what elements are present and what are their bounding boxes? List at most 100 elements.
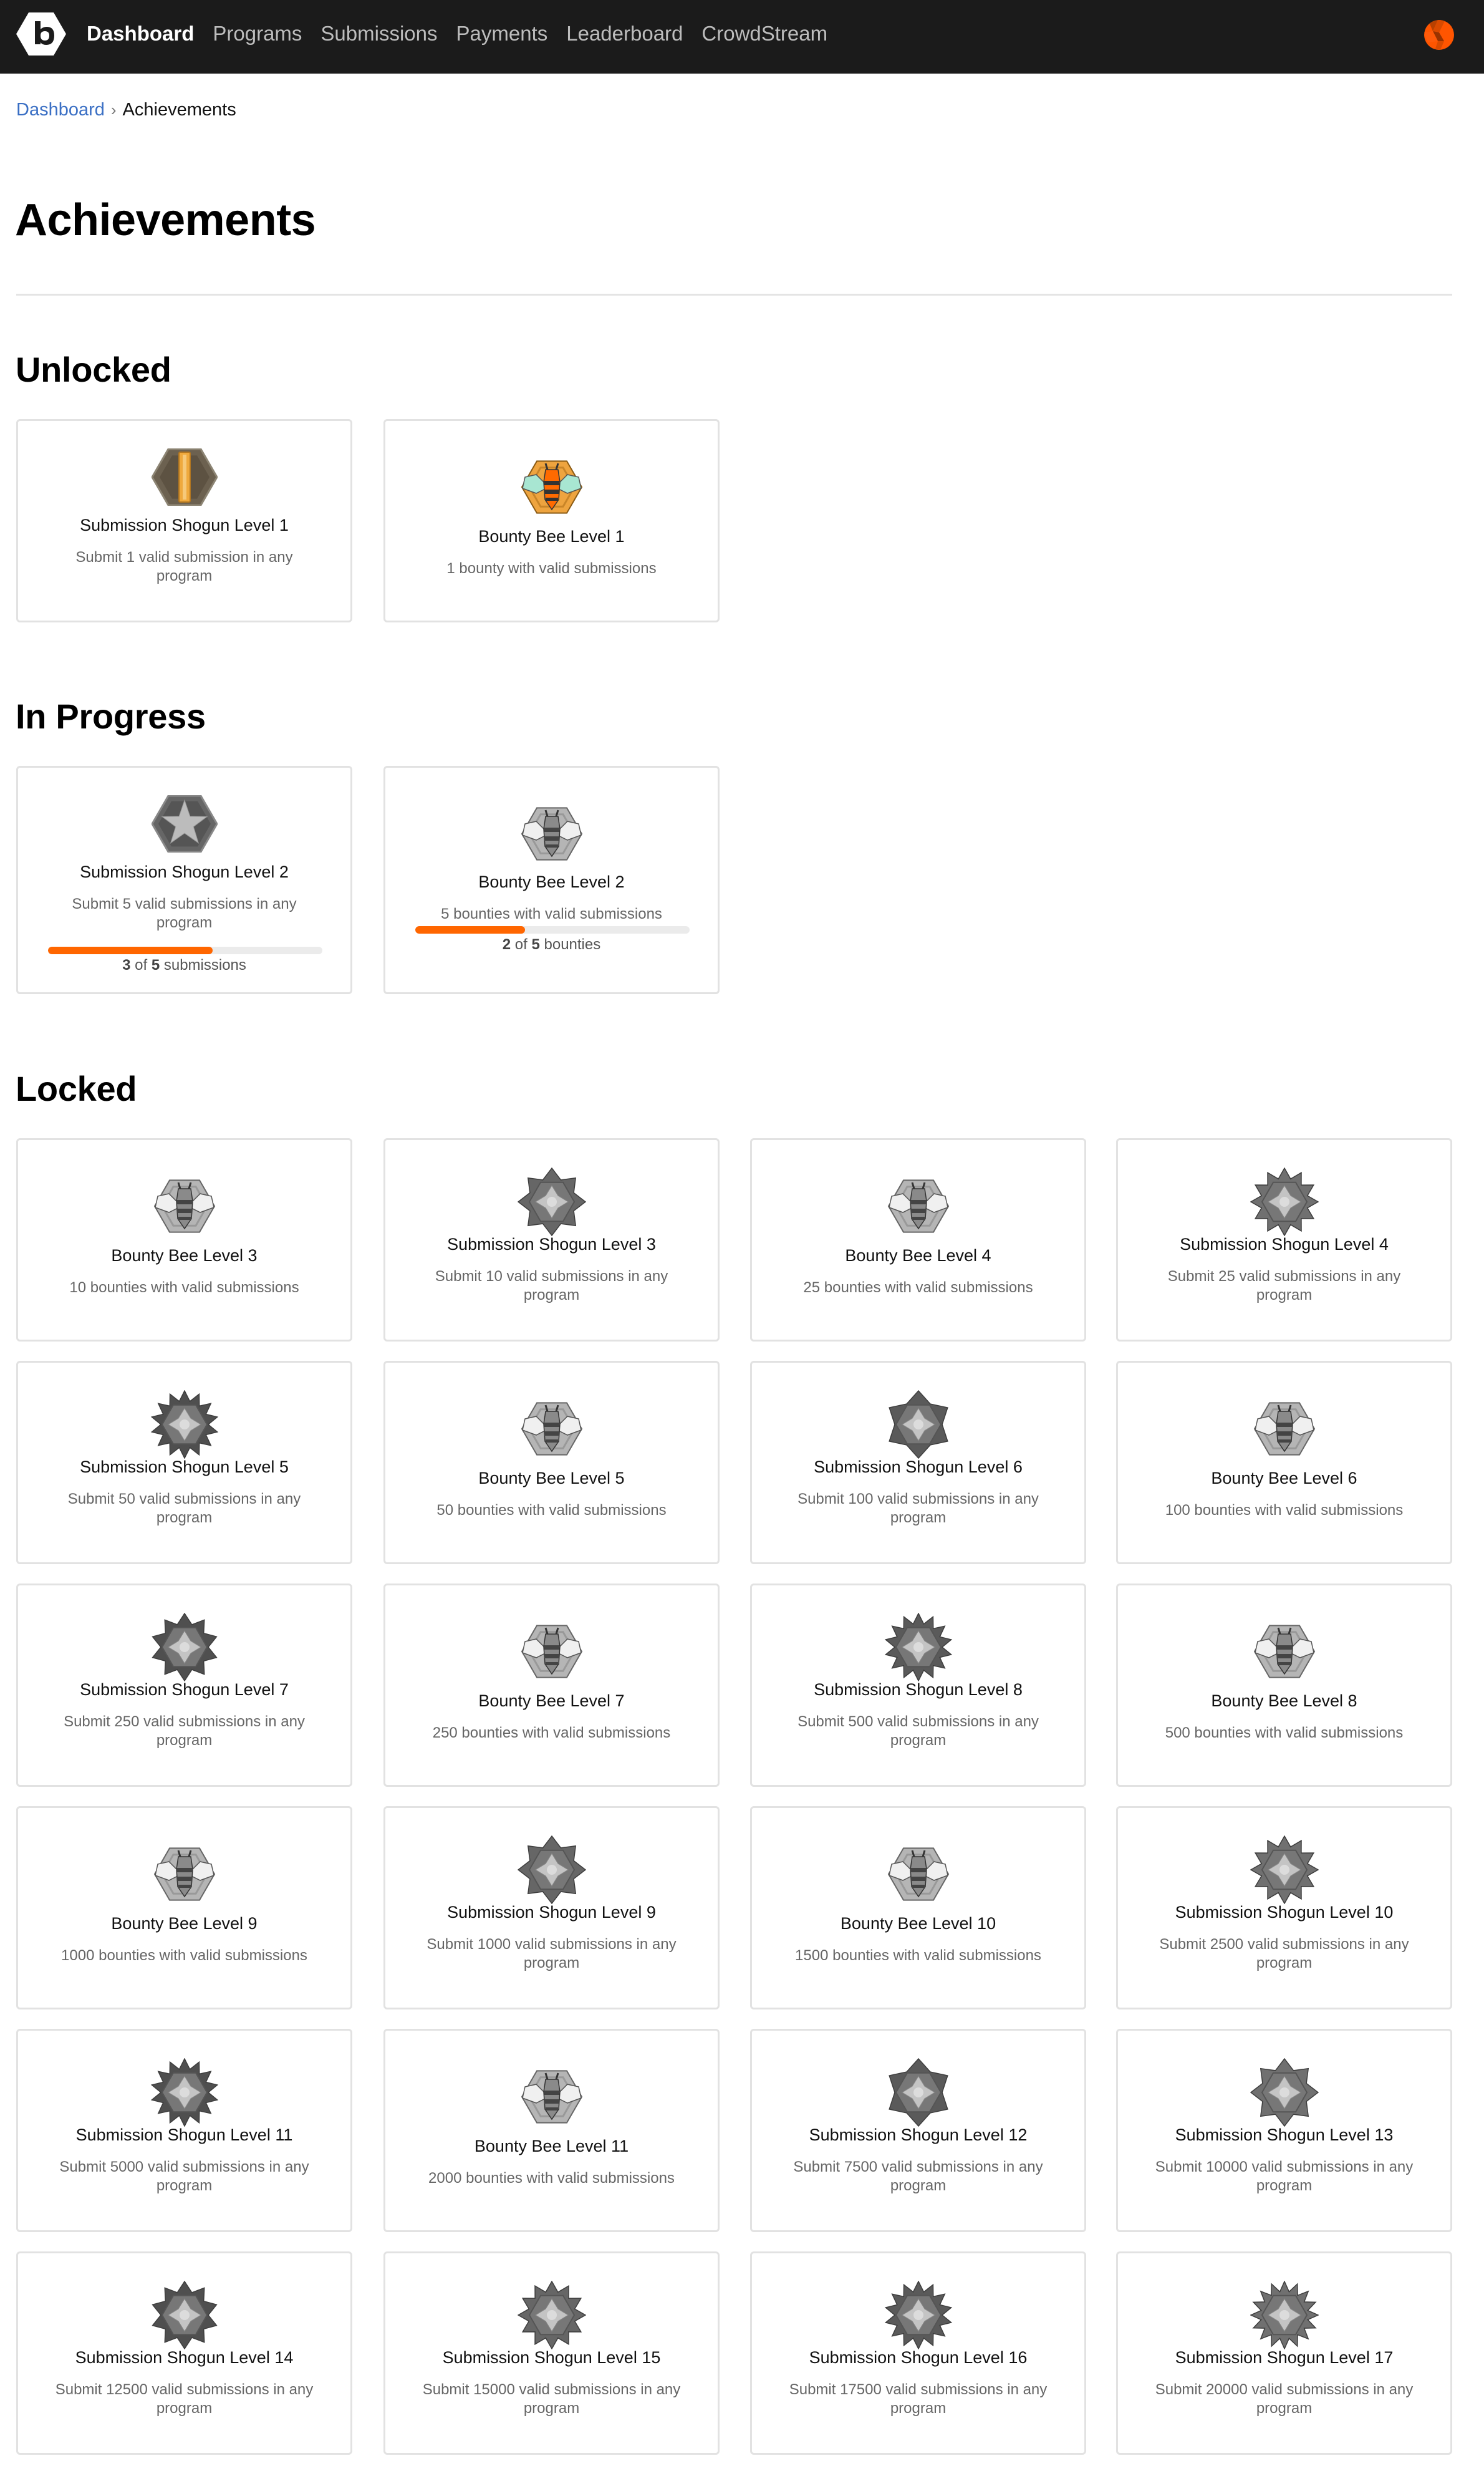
- bounty-bee-badge-icon: [518, 1398, 586, 1460]
- nav-links: Dashboard Programs Submissions Payments …: [87, 0, 846, 67]
- bounty-bee-badge-level-1-icon: [518, 456, 586, 518]
- achievement-card[interactable]: Bounty Bee Level 7 250 bounties with vali…: [383, 1584, 720, 1787]
- achievement-card[interactable]: Bounty Bee Level 10 1500 bounties with va…: [750, 1806, 1086, 2009]
- shogun-badge-icon: [1250, 1168, 1319, 1236]
- achievement-title: Submission Shogun Level 13: [1175, 2125, 1394, 2144]
- achievement-card[interactable]: Submission Shogun Level 9 Submit 1000 val…: [383, 1806, 720, 2009]
- achievement-title: Bounty Bee Level 6: [1211, 1469, 1357, 1487]
- progress-total: 5: [531, 936, 540, 953]
- nav-item-submissions[interactable]: Submissions: [320, 22, 437, 46]
- achievement-title: Bounty Bee Level 1: [478, 527, 625, 546]
- shogun-badge-level-1-icon: [151, 448, 218, 506]
- achievement-card[interactable]: Submission Shogun Level 16 Submit 17500 v…: [750, 2251, 1086, 2455]
- achievement-card[interactable]: Submission Shogun Level 10 Submit 2500 va…: [1116, 1806, 1452, 2009]
- nav-item-programs[interactable]: Programs: [213, 22, 302, 46]
- shogun-badge-icon: [1250, 2281, 1319, 2349]
- achievement-card[interactable]: Submission Shogun Level 17 Submit 20000 v…: [1116, 2251, 1452, 2455]
- achievement-card[interactable]: Bounty Bee Level 5 50 bounties with valid…: [383, 1361, 720, 1564]
- achievement-card[interactable]: Bounty Bee Level 8 500 bounties with vali…: [1116, 1584, 1452, 1787]
- nav-item-dashboard[interactable]: Dashboard: [87, 22, 194, 46]
- nav-item-crowdstream[interactable]: CrowdStream: [701, 22, 827, 46]
- achievement-description: Submit 17500 valid submissions in any pr…: [789, 2381, 1048, 2417]
- progress-of: of: [130, 957, 152, 974]
- bounty-bee-badge-icon: [518, 1620, 586, 1683]
- achievement-title: Bounty Bee Level 3: [111, 1246, 258, 1265]
- achievement-description: 10 bounties with valid submissions: [69, 1279, 299, 1296]
- achievement-card[interactable]: Submission Shogun Level 8 Submit 500 vali…: [750, 1584, 1086, 1787]
- achievement-description: 25 bounties with valid submissions: [803, 1279, 1033, 1296]
- achievement-title: Bounty Bee Level 7: [478, 1691, 625, 1710]
- shogun-badge-icon: [884, 2058, 953, 2127]
- user-avatar-icon[interactable]: [1424, 20, 1454, 50]
- achievement-title: Submission Shogun Level 15: [442, 2348, 661, 2367]
- achievement-title: Bounty Bee Level 9: [111, 1914, 258, 1933]
- achievement-card[interactable]: Bounty Bee Level 4 25 bounties with valid…: [750, 1138, 1086, 1342]
- achievement-title: Submission Shogun Level 10: [1175, 1903, 1394, 1922]
- achievement-card[interactable]: Submission Shogun Level 11 Submit 5000 va…: [16, 2029, 352, 2232]
- achievement-card[interactable]: Bounty Bee Level 6 100 bounties with vali…: [1116, 1361, 1452, 1564]
- achievement-title: Submission Shogun Level 17: [1175, 2348, 1394, 2367]
- bounty-bee-badge-icon: [1250, 1620, 1319, 1683]
- achievement-card[interactable]: Submission Shogun Level 2 Submit 5 valid …: [16, 766, 352, 994]
- achievement-card[interactable]: Submission Shogun Level 4 Submit 25 valid…: [1116, 1138, 1452, 1342]
- progress-bar-fill: [48, 947, 213, 954]
- achievement-card[interactable]: Submission Shogun Level 13 Submit 10000 v…: [1116, 2029, 1452, 2232]
- shogun-badge-icon: [517, 1835, 586, 1904]
- progress-total: 5: [151, 957, 160, 974]
- nav-item-leaderboard[interactable]: Leaderboard: [566, 22, 683, 46]
- achievement-card[interactable]: Bounty Bee Level 2 5 bounties with valid …: [383, 766, 720, 994]
- page-title: Achievements: [15, 195, 316, 245]
- shogun-badge-icon: [884, 1390, 953, 1459]
- achievement-card[interactable]: Submission Shogun Level 12 Submit 7500 va…: [750, 2029, 1086, 2232]
- breadcrumb-dashboard-link[interactable]: Dashboard: [16, 100, 105, 120]
- bounty-bee-badge-icon: [150, 1175, 219, 1237]
- achievement-title: Submission Shogun Level 9: [447, 1903, 656, 1922]
- progress-bar-fill: [415, 926, 525, 934]
- achievement-card[interactable]: Bounty Bee Level 3 10 bounties with valid…: [16, 1138, 352, 1342]
- achievement-card[interactable]: Bounty Bee Level 1 1 bounty with valid su…: [383, 419, 720, 622]
- bugcrowd-logo-icon[interactable]: [16, 12, 66, 56]
- achievement-card[interactable]: Bounty Bee Level 9 1000 bounties with val…: [16, 1806, 352, 2009]
- achievement-title: Submission Shogun Level 12: [809, 2125, 1028, 2144]
- progress-bar: [415, 926, 690, 934]
- achievement-description: 2000 bounties with valid submissions: [428, 2170, 675, 2187]
- achievement-description: 1 bounty with valid submissions: [446, 560, 657, 577]
- achievement-card[interactable]: Bounty Bee Level 11 2000 bounties with va…: [383, 2029, 720, 2232]
- section-title-in-progress: In Progress: [16, 697, 206, 736]
- shogun-badge-icon: [1250, 2058, 1319, 2127]
- bounty-bee-badge-level-2-icon: [518, 803, 586, 865]
- shogun-badge-icon: [150, 2058, 219, 2127]
- nav-item-payments[interactable]: Payments: [456, 22, 548, 46]
- progress-current: 3: [122, 957, 131, 974]
- achievement-description: Submit 500 valid submissions in any prog…: [797, 1713, 1039, 1749]
- shogun-badge-icon: [517, 2281, 586, 2349]
- achievement-description: 500 bounties with valid submissions: [1165, 1724, 1404, 1741]
- bounty-bee-badge-icon: [884, 1843, 953, 1905]
- achievement-title: Bounty Bee Level 8: [1211, 1691, 1357, 1710]
- achievement-description: Submit 250 valid submissions in any prog…: [64, 1713, 305, 1749]
- achievement-description: Submit 1000 valid submissions in any pro…: [426, 1936, 677, 1971]
- achievement-card[interactable]: Submission Shogun Level 14 Submit 12500 v…: [16, 2251, 352, 2455]
- achievement-title: Submission Shogun Level 8: [814, 1680, 1023, 1699]
- achievement-description: Submit 20000 valid submissions in any pr…: [1155, 2381, 1414, 2417]
- shogun-badge-level-2-icon: [151, 795, 218, 853]
- achievement-card[interactable]: Submission Shogun Level 6 Submit 100 vali…: [750, 1361, 1086, 1564]
- achievement-description: Submit 10000 valid submissions in any pr…: [1155, 2159, 1414, 2194]
- achievement-title: Submission Shogun Level 3: [447, 1235, 656, 1254]
- achievement-title: Submission Shogun Level 1: [80, 516, 289, 534]
- achievement-title: Bounty Bee Level 10: [840, 1914, 996, 1933]
- achievement-card[interactable]: Submission Shogun Level 15 Submit 15000 v…: [383, 2251, 720, 2455]
- shogun-badge-icon: [517, 1168, 586, 1236]
- achievement-card[interactable]: Submission Shogun Level 1 Submit 1 valid …: [16, 419, 352, 622]
- progress-current: 2: [502, 936, 511, 953]
- achievement-description: Submit 2500 valid submissions in any pro…: [1159, 1936, 1409, 1971]
- achievement-title: Submission Shogun Level 4: [1180, 1235, 1389, 1254]
- breadcrumb-chevron-icon: ›: [110, 100, 117, 119]
- achievement-card[interactable]: Submission Shogun Level 5 Submit 50 valid…: [16, 1361, 352, 1564]
- achievement-card[interactable]: Submission Shogun Level 3 Submit 10 valid…: [383, 1138, 720, 1342]
- breadcrumb: Dashboard › Achievements: [16, 100, 236, 120]
- achievement-description: 5 bounties with valid submissions: [441, 906, 662, 922]
- shogun-badge-icon: [150, 1390, 219, 1459]
- achievement-description: Submit 5 valid submissions in any progra…: [72, 896, 297, 931]
- achievement-card[interactable]: Submission Shogun Level 7 Submit 250 vali…: [16, 1584, 352, 1787]
